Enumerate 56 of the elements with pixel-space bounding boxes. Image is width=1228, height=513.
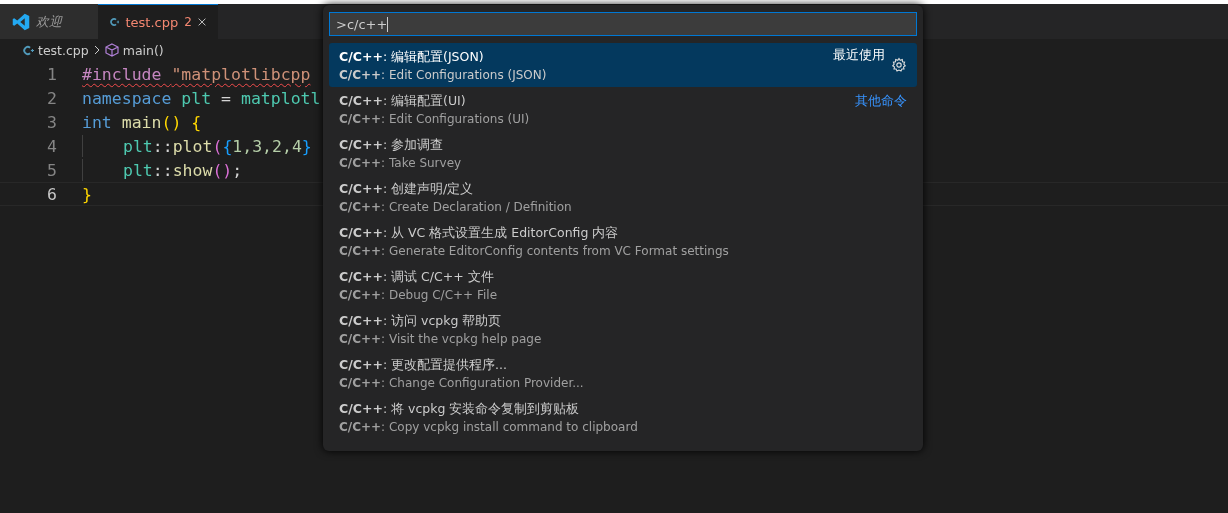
breadcrumb-item[interactable]: test.cpp [38,42,89,58]
command-title: C/C++: 编辑配置(UI) [339,92,467,110]
code-line: int main() { [82,112,202,132]
command-item[interactable]: C/C++: 更改配置提供程序... C/C++: Change Configuration Provider... [329,351,917,395]
line-number: 5 [46,160,58,180]
recently-used-label: 最近使用 [833,47,885,64]
command-title: C/C++: 编辑配置(JSON) [339,48,485,66]
other-commands-link[interactable]: 其他命令 [855,93,907,110]
command-detail: C/C++: Edit Configurations (JSON) [339,67,547,82]
command-detail: C/C++: Debug C/C++ File [339,287,498,302]
problem-count: 2 [184,15,192,29]
code-line: #include "matplotlibcpp [82,64,311,84]
command-item[interactable]: C/C++: 编辑配置(UI) C/C++: Edit Configurations (UI) 其他命令 [329,87,917,131]
logo-icon [12,13,30,31]
editor-tab[interactable]: test.cpp 2 [98,4,218,39]
command-detail: C/C++: Generate EditorConfig contents from VC Format settings [339,243,729,258]
command-item[interactable]: C/C++: 参加调查 C/C++: Take Survey [329,131,917,175]
cpp-file-icon [110,15,120,29]
close-icon[interactable] [197,16,206,28]
command-detail: C/C++: Visit the vcpkg help page [339,331,542,346]
chevron-icon [92,45,101,55]
line-number: 6 [46,184,58,204]
command-item[interactable]: C/C++: 从 VC 格式设置生成 EditorConfig 内容 C/C++: Generate EditorConfig contents from VC Format settings [329,219,917,263]
command-detail: C/C++: Change Configuration Provider... [339,375,584,390]
command-item[interactable]: C/C++: 调试 C/C++ 文件 C/C++: Debug C/C++ File [329,263,917,307]
settings-icon[interactable] [891,57,907,73]
command-input[interactable]: >c/c++ [329,12,917,36]
line-number: 3 [46,112,58,132]
command-item[interactable]: C/C++: 创建声明/定义 C/C++: Create Declaration / Definition [329,175,917,219]
cpp-file-icon [23,44,34,56]
command-item[interactable]: C/C++: 将 vcpkg 安装命令复制到剪贴板 C/C++: Copy vcpkg install command to clipboard [329,395,917,439]
cube-icon [104,43,119,57]
tab-label: 欢迎 [36,13,62,31]
command-title: C/C++: 参加调查 [339,136,445,154]
line-number: 2 [46,88,58,108]
code-line: plt::show(); [123,160,243,180]
command-title: C/C++: 创建声明/定义 [339,180,475,198]
command-item[interactable]: C/C++: 访问 vcpkg 帮助页 C/C++: Visit the vcpkg help page [329,307,917,351]
command-detail: C/C++: Take Survey [339,155,462,170]
code-line: plt::plot({1,3,2,4} [123,136,312,156]
command-title: C/C++: 从 VC 格式设置生成 EditorConfig 内容 [339,224,620,242]
command-title: C/C++: 将 vcpkg 安装命令复制到剪贴板 [339,400,581,418]
line-number: 4 [46,136,58,156]
code-line: } [82,184,92,204]
command-detail: C/C++: Create Declaration / Definition [339,199,572,214]
line-number: 1 [46,64,58,84]
editor-tab[interactable]: 欢迎 [0,4,98,39]
code-line: namespace plt = matplotl [82,88,321,108]
command-title: C/C++: 更改配置提供程序... [339,356,508,374]
command-detail: C/C++: Copy vcpkg install command to clipboard [339,419,638,434]
command-item[interactable]: C/C++: 编辑配置(JSON) C/C++: Edit Configurations (JSON) 最近使用 [329,43,917,87]
command-title: C/C++: 访问 vcpkg 帮助页 [339,312,503,330]
tab-label: test.cpp [125,14,179,30]
breadcrumb-item[interactable]: main() [122,42,164,58]
command-title: C/C++: 调试 C/C++ 文件 [339,268,495,286]
command-detail: C/C++: Edit Configurations (UI) [339,111,530,126]
